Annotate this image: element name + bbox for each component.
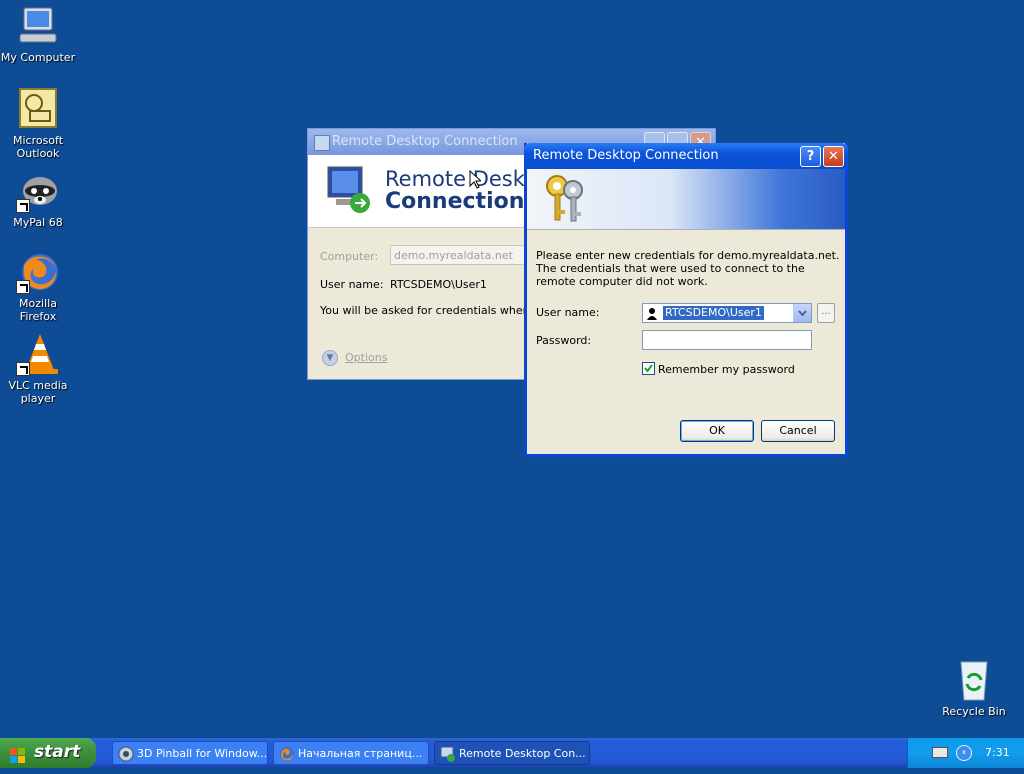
password-label: Password: [536, 334, 592, 347]
remember-password-checkbox[interactable] [642, 362, 656, 376]
remember-password-label: Remember my password [658, 363, 795, 376]
clock[interactable]: 7:31 [985, 746, 1010, 759]
taskbar-item-label: Начальная страниц... [298, 747, 423, 760]
windows-logo-icon [10, 745, 26, 763]
vlc-cone-icon [16, 332, 60, 376]
computer-value: demo.myrealdata.net [394, 249, 513, 262]
ok-button[interactable]: OK [680, 420, 754, 442]
titlebar[interactable]: Remote Desktop Connection ? ✕ [524, 143, 848, 169]
desktop-icon-outlook[interactable]: Microsoft Outlook [0, 87, 76, 160]
username-value: RTCSDEMO\User1 [663, 306, 764, 320]
window-title: Remote Desktop Connection [332, 134, 518, 149]
dialog-message: Please enter new credentials for demo.my… [536, 249, 840, 288]
credentials-dialog[interactable]: Remote Desktop Connection ? ✕ Please ent… [524, 143, 848, 457]
dialog-banner [527, 169, 845, 230]
username-value: RTCSDEMO\User1 [390, 278, 487, 291]
mouse-cursor-icon [469, 170, 481, 189]
my-computer-icon [16, 4, 60, 48]
shortcut-arrow-icon [16, 362, 30, 376]
desktop-icon-label: MyPal 68 [13, 216, 63, 229]
dialog-title: Remote Desktop Connection [533, 148, 719, 163]
desktop-icon-label: Mozilla Firefox [19, 297, 57, 323]
dropdown-button[interactable] [793, 304, 811, 322]
chevron-down-icon [798, 310, 807, 317]
taskbar-item-pinball[interactable]: 3D Pinball for Window... [112, 741, 268, 765]
system-tray: ‹ 7:31 [907, 738, 1024, 768]
show-hidden-icons-button[interactable]: ‹ [956, 745, 972, 761]
taskbar-item-browser[interactable]: Начальная страниц... [273, 741, 429, 765]
chevron-down-icon: ▼ [322, 350, 338, 366]
recycle-bin-icon [952, 658, 996, 702]
pinball-icon [118, 746, 134, 762]
taskbar-item-label: 3D Pinball for Window... [137, 747, 268, 760]
start-button[interactable]: start [0, 738, 96, 768]
banner-title-line1: Remote Deskto [385, 167, 546, 191]
desktop-icon-label: Microsoft Outlook [12, 134, 64, 160]
firefox-icon [279, 746, 295, 762]
taskbar: start 3D Pinball for Window... Начальная… [0, 738, 1024, 768]
shortcut-arrow-icon [16, 280, 30, 294]
desktop-icon-recycle-bin[interactable]: Recycle Bin [936, 658, 1012, 718]
options-label: Options [345, 351, 388, 364]
close-button[interactable]: ✕ [823, 146, 844, 167]
shortcut-arrow-icon [16, 199, 30, 213]
keys-icon [541, 172, 591, 229]
banner-title-line2: Connection [385, 189, 525, 214]
computer-field: demo.myrealdata.net [390, 245, 530, 265]
taskbar-item-remote-desktop[interactable]: Remote Desktop Con... [434, 741, 590, 765]
rdc-app-icon [314, 135, 330, 151]
cancel-button[interactable]: Cancel [761, 420, 835, 442]
firefox-icon [16, 250, 60, 294]
raccoon-icon [16, 169, 60, 213]
username-combobox[interactable]: RTCSDEMO\User1 [642, 303, 812, 323]
rdc-app-icon [440, 746, 456, 762]
taskbar-item-label: Remote Desktop Con... [459, 747, 586, 760]
monitor-icon [326, 165, 372, 218]
desktop-icon-label: VLC media player [8, 379, 68, 405]
password-field[interactable] [642, 330, 812, 350]
desktop-icon-label: Recycle Bin [942, 705, 1006, 718]
user-silhouette-icon [646, 307, 658, 323]
username-label: User name: [536, 306, 600, 319]
desktop-icon-label: My Computer [0, 51, 76, 64]
keyboard-icon[interactable] [932, 747, 948, 758]
start-label: start [34, 742, 81, 762]
checkmark-icon [644, 364, 653, 373]
desktop-icon-firefox[interactable]: Mozilla Firefox [0, 250, 76, 323]
desktop-icon-my-computer[interactable]: My Computer [0, 4, 76, 64]
credentials-info: You will be asked for credentials when y… [320, 304, 554, 317]
browse-users-button[interactable]: ... [817, 303, 835, 323]
outlook-icon [16, 87, 60, 131]
help-button[interactable]: ? [800, 146, 821, 167]
computer-label: Computer: [320, 250, 379, 263]
desktop-icon-mypal[interactable]: MyPal 68 [0, 169, 76, 229]
username-label: User name: [320, 278, 384, 291]
desktop-icon-vlc[interactable]: VLC media player [0, 332, 76, 405]
